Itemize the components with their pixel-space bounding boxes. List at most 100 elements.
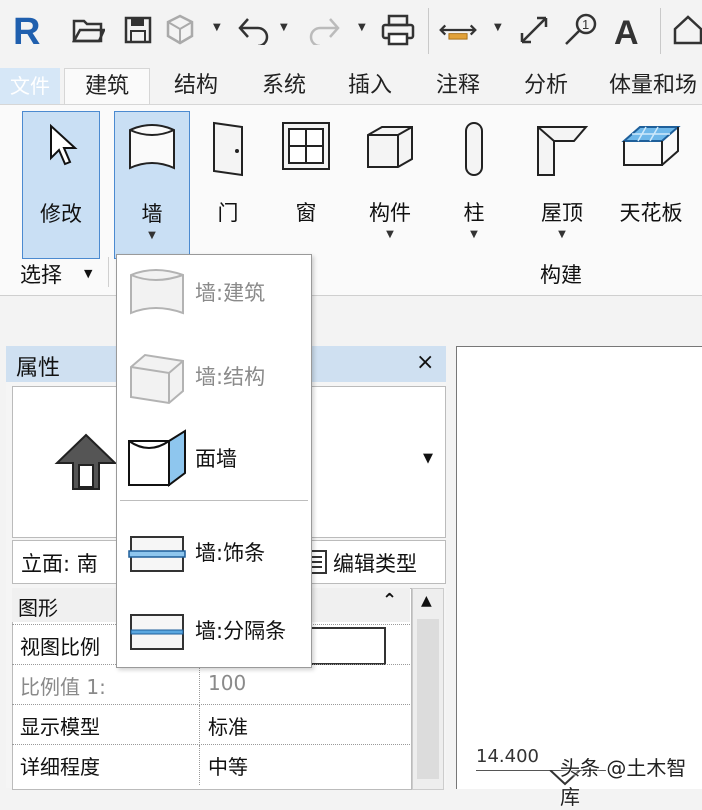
cursor-icon: [50, 123, 78, 166]
roof-button[interactable]: 屋顶 ▼: [524, 111, 600, 257]
properties-title: 属性: [16, 356, 61, 381]
column-dropdown-icon[interactable]: ▼: [446, 229, 502, 240]
menu-separator: [120, 500, 308, 501]
type-dropdown-icon[interactable]: ▼: [423, 451, 433, 466]
tab-file[interactable]: 文件: [0, 68, 60, 104]
property-name: 视图比例: [20, 635, 100, 659]
tab-systems[interactable]: 系统: [252, 68, 316, 104]
menu-item-label: 墙:饰条: [195, 541, 266, 565]
undo-caret-icon[interactable]: ▼: [280, 22, 288, 33]
elevation-arrow-icon: [54, 433, 118, 490]
menu-item-wall-sweep[interactable]: 墙:饰条: [117, 515, 311, 587]
modify-label: 修改: [40, 202, 82, 226]
grid-divider: [199, 705, 201, 745]
menu-item-face-wall[interactable]: 面墙: [117, 421, 311, 493]
redo-caret-icon[interactable]: ▼: [358, 22, 366, 33]
drawing-area[interactable]: [456, 346, 702, 789]
door-button[interactable]: 门: [196, 111, 260, 257]
tab-insert[interactable]: 插入: [338, 68, 402, 104]
text-icon[interactable]: A: [608, 8, 648, 52]
face-wall-icon: [128, 429, 186, 487]
ceiling-icon: [621, 126, 681, 166]
save-icon[interactable]: [118, 8, 158, 52]
svg-text:A: A: [614, 14, 639, 48]
property-row: 比例值 1: 100: [12, 664, 410, 705]
component-label: 构件: [369, 201, 411, 225]
redo-icon[interactable]: [304, 8, 344, 52]
architectural-wall-icon: [130, 269, 184, 315]
property-row[interactable]: 详细程度 中等: [12, 744, 410, 785]
property-name: 详细程度: [20, 755, 100, 779]
property-value[interactable]: 标准: [208, 711, 248, 740]
properties-scrollbar[interactable]: ▲: [412, 588, 444, 790]
measure-icon[interactable]: [438, 8, 478, 52]
component-dropdown-icon[interactable]: ▼: [354, 229, 426, 240]
options-bar: [0, 298, 702, 346]
menu-item-wall-architectural[interactable]: 墙:建筑: [117, 255, 311, 327]
window-button[interactable]: 窗: [272, 111, 340, 257]
close-icon[interactable]: ×: [416, 350, 434, 375]
property-value[interactable]: 中等: [208, 751, 248, 780]
menu-item-label: 面墙: [195, 447, 237, 471]
build-panel-label: 构建: [540, 263, 582, 287]
property-name: 显示模型: [20, 715, 100, 739]
watermark-text: 头条 @土木智库: [560, 756, 687, 809]
dimension-icon[interactable]: [514, 8, 554, 52]
select-panel[interactable]: 选择 ▼: [0, 255, 108, 289]
print-icon[interactable]: [378, 8, 418, 52]
group-title: 图形: [18, 596, 58, 620]
wall-sweep-icon: [128, 536, 186, 572]
menu-item-wall-structural[interactable]: 墙:结构: [117, 339, 311, 411]
measure-caret-icon[interactable]: ▼: [494, 22, 502, 33]
wall-button[interactable]: 墙 ▼: [114, 111, 190, 259]
edit-type-button[interactable]: 编辑类型: [333, 548, 417, 578]
sync-caret-icon[interactable]: ▼: [213, 22, 221, 33]
tab-structure[interactable]: 结构: [164, 68, 228, 104]
component-button[interactable]: 构件 ▼: [354, 111, 426, 257]
tab-architecture[interactable]: 建筑: [64, 68, 150, 105]
sync-icon[interactable]: [160, 8, 200, 52]
column-button[interactable]: 柱 ▼: [446, 111, 502, 257]
column-icon: [465, 122, 483, 176]
grid-divider: [199, 665, 201, 705]
revit-logo-icon[interactable]: R: [6, 8, 46, 52]
select-dropdown-icon[interactable]: ▼: [84, 267, 92, 280]
modify-button[interactable]: 修改: [22, 111, 100, 259]
tab-analyze[interactable]: 分析: [514, 68, 578, 104]
menu-item-wall-reveal[interactable]: 墙:分隔条: [117, 593, 311, 665]
svg-text:1: 1: [582, 17, 589, 32]
wall-dropdown-menu: 墙:建筑 墙:结构 面墙 墙:饰条 墙:分隔条: [116, 254, 312, 668]
ceiling-button[interactable]: 天花板: [608, 111, 694, 257]
wall-reveal-icon: [130, 614, 184, 650]
wall-icon: [129, 124, 175, 170]
tag-icon[interactable]: 1: [560, 8, 600, 52]
toolbar-separator: [428, 8, 429, 54]
wall-label: 墙: [141, 202, 163, 226]
roof-icon: [537, 126, 589, 176]
column-label: 柱: [463, 201, 485, 225]
property-row[interactable]: 显示模型 标准: [12, 704, 410, 745]
scroll-thumb[interactable]: [417, 619, 439, 779]
property-name: 比例值 1:: [20, 675, 106, 699]
door-label: 门: [217, 201, 239, 225]
collapse-icon[interactable]: ⌃: [382, 590, 397, 611]
property-value: 100: [208, 671, 247, 695]
quick-access-toolbar: R ▼ ▼ ▼ ▼ 1 A: [0, 0, 702, 62]
grid-divider: [199, 745, 201, 785]
scroll-up-icon[interactable]: ▲: [421, 593, 432, 609]
tab-massing[interactable]: 体量和场: [604, 68, 702, 104]
tab-annotate[interactable]: 注释: [426, 68, 490, 104]
roof-label: 屋顶: [541, 201, 583, 225]
menu-item-label: 墙:建筑: [195, 281, 266, 305]
home-icon[interactable]: [668, 8, 702, 52]
wall-dropdown-icon[interactable]: ▼: [115, 230, 189, 241]
select-panel-label: 选择: [20, 263, 62, 287]
view-selector[interactable]: 立面: 南: [21, 548, 98, 578]
ribbon-tab-bar: 文件 建筑 结构 系统 插入 注释 分析 体量和场: [0, 62, 702, 105]
window-label: 窗: [295, 201, 317, 225]
roof-dropdown-icon[interactable]: ▼: [524, 229, 600, 240]
open-icon[interactable]: [68, 8, 108, 52]
toolbar-separator: [660, 8, 661, 54]
ceiling-label: 天花板: [619, 201, 683, 225]
undo-icon[interactable]: [234, 8, 274, 52]
